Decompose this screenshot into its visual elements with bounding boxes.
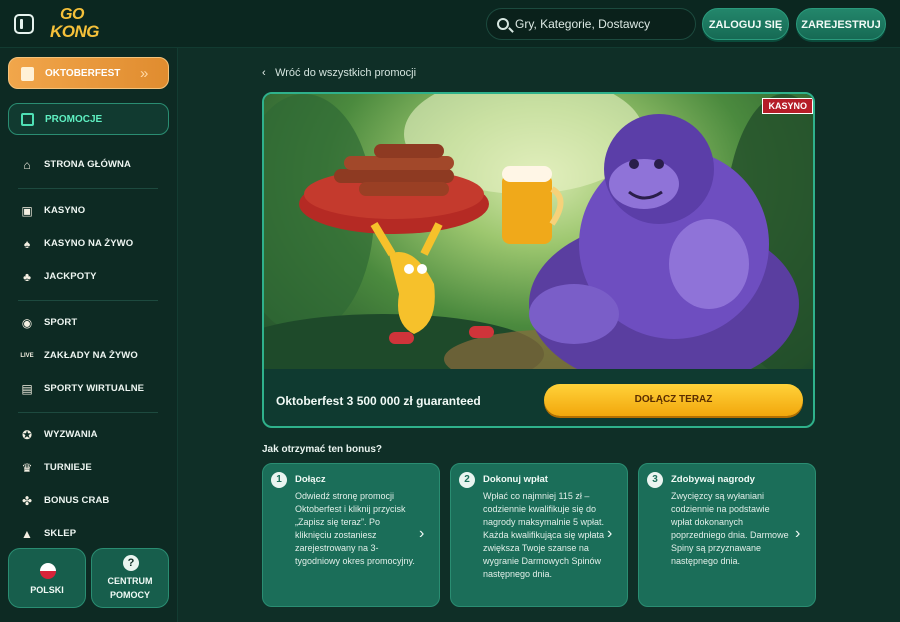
sidebar-item-bonus-crab[interactable]: ✤ BONUS CRAB (18, 491, 168, 511)
sidebar: OKTOBERFEST » PROMOCJE ⌂ STRONA GŁÓWNA ▣… (0, 48, 178, 622)
sidebar-item-label: JACKPOTY (44, 271, 97, 282)
medal-icon: ✪ (21, 428, 33, 442)
logo-text-kong: KONG (50, 22, 100, 41)
gokong-logo[interactable]: GO KONG (46, 6, 100, 42)
help-question-icon: ? (123, 555, 139, 571)
trophy-icon: ♛ (21, 461, 33, 475)
ball-icon: ◉ (21, 316, 33, 330)
sidebar-item-label: SPORT (44, 317, 78, 328)
gift-icon (21, 113, 34, 126)
back-link-label: Wróć do wszystkich promocji (275, 67, 417, 79)
how-to-get-bonus-heading: Jak otrzymać ten bonus? (262, 444, 383, 455)
beer-icon (21, 67, 34, 81)
menu-toggle-icon[interactable] (14, 14, 34, 34)
step-description: Odwiedź stronę promocji Oktoberfest i kl… (295, 491, 415, 566)
chevron-left-icon: ‹ (262, 67, 266, 79)
step-title: Zdobywaj nagrody (671, 474, 755, 485)
sidebar-divider (18, 188, 158, 189)
clover-icon: ♣ (23, 270, 31, 284)
sidebar-promotions-button[interactable]: PROMOCJE (8, 103, 169, 135)
home-icon: ⌂ (23, 158, 31, 172)
help-center-button[interactable]: ? CENTRUM POMOCY (91, 548, 169, 608)
search-icon (497, 18, 509, 30)
promo-card: KASYNO Oktoberfest 3 500 000 zł guarante… (262, 92, 815, 428)
sidebar-item-label: BONUS CRAB (44, 495, 110, 506)
step-number: 3 (647, 472, 663, 488)
sidebar-item-sport[interactable]: ◉ SPORT (18, 313, 168, 333)
sidebar-oktoberfest-button[interactable]: OKTOBERFEST » (8, 57, 169, 89)
poland-flag-icon (40, 563, 56, 579)
chevron-right-icon[interactable]: › (419, 526, 431, 542)
crab-icon: ✤ (21, 494, 33, 508)
casino-badge: KASYNO (762, 98, 813, 114)
live-icon: LIVE (20, 353, 34, 359)
search-box[interactable] (486, 8, 696, 40)
step-number: 2 (459, 472, 475, 488)
sidebar-item-casino[interactable]: ▣ KASYNO (18, 201, 168, 221)
help-label-line2: POMOCY (109, 590, 150, 600)
sidebar-item-label: SPORTY WIRTUALNE (44, 383, 145, 394)
sidebar-item-tournaments[interactable]: ♛ TURNIEJE (18, 458, 168, 478)
promo-banner-image: KASYNO (264, 94, 813, 369)
sidebar-item-label: WYZWANIA (44, 429, 98, 440)
step-description: Wpłać co najmniej 115 zł – codziennie kw… (483, 491, 605, 579)
register-button[interactable]: ZAREJESTRUJ (796, 8, 886, 40)
sidebar-divider (18, 412, 158, 413)
sidebar-item-live-casino[interactable]: ♠ KASYNO NA ŻYWO (18, 234, 168, 254)
step-description: Zwycięzcy są wyłaniani codziennie na pod… (671, 491, 789, 566)
sidebar-promotions-label: PROMOCJE (45, 114, 103, 125)
bag-icon: ▲ (21, 527, 33, 541)
sidebar-item-label: ZAKŁADY NA ŻYWO (44, 350, 138, 361)
back-to-promotions-link[interactable]: ‹ Wróć do wszystkich promocji (262, 67, 416, 79)
step-card-join[interactable]: 1 Dołącz Odwiedź stronę promocji Oktober… (262, 463, 440, 607)
slot-machine-icon: ▣ (21, 204, 33, 218)
sidebar-oktoberfest-label: OKTOBERFEST (45, 68, 121, 79)
step-number: 1 (271, 472, 287, 488)
sidebar-item-label: TURNIEJE (44, 462, 92, 473)
sidebar-item-virtual-sports[interactable]: ▤ SPORTY WIRTUALNE (18, 379, 168, 399)
cards-icon: ♠ (23, 237, 31, 251)
step-title: Dokonuj wpłat (483, 474, 548, 485)
sidebar-item-jackpots[interactable]: ♣ JACKPOTY (18, 267, 168, 287)
step-card-rewards[interactable]: 3 Zdobywaj nagrody Zwycięzcy są wyłanian… (638, 463, 816, 607)
step-title: Dołącz (295, 474, 326, 485)
virtual-icon: ▤ (21, 382, 33, 396)
promo-title: Oktoberfest 3 500 000 zł guaranteed (276, 394, 481, 408)
login-button[interactable]: ZALOGUJ SIĘ (702, 8, 789, 40)
chevron-right-icon[interactable]: › (795, 526, 807, 542)
help-label-line1: CENTRUM (107, 576, 153, 586)
sidebar-item-challenges[interactable]: ✪ WYZWANIA (18, 425, 168, 445)
language-button[interactable]: POLSKI (8, 548, 86, 608)
sidebar-item-shop[interactable]: ▲ SKLEP (18, 524, 168, 544)
search-input[interactable] (515, 15, 685, 33)
join-now-button[interactable]: DOŁĄCZ TERAZ (544, 384, 803, 416)
step-card-deposit[interactable]: 2 Dokonuj wpłat Wpłać co najmniej 115 zł… (450, 463, 628, 607)
sidebar-item-home[interactable]: ⌂ STRONA GŁÓWNA (18, 155, 168, 175)
sidebar-item-label: KASYNO NA ŻYWO (44, 238, 134, 249)
sidebar-item-live-betting[interactable]: LIVE ZAKŁADY NA ŻYWO (18, 346, 168, 366)
sidebar-item-label: SKLEP (44, 528, 77, 539)
sidebar-divider (18, 300, 158, 301)
sidebar-item-label: STRONA GŁÓWNA (44, 159, 131, 170)
language-label: POLSKI (30, 585, 64, 595)
sidebar-item-label: KASYNO (44, 205, 86, 216)
chevron-right-icon[interactable]: › (607, 526, 619, 542)
double-chevron-icon: » (140, 65, 149, 82)
top-header: GO KONG ZALOGUJ SIĘ ZAREJESTRUJ (0, 0, 900, 48)
banner-illustration (264, 94, 813, 369)
